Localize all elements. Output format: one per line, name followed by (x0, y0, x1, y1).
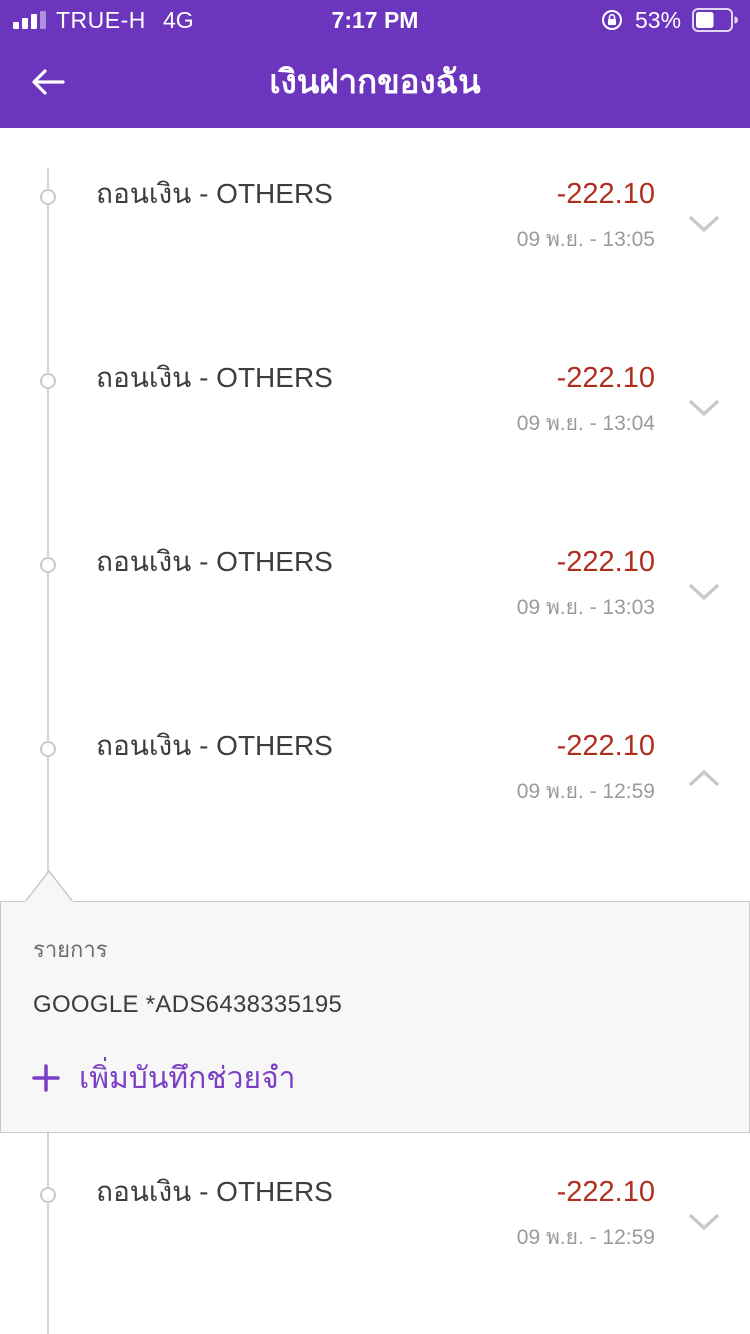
transaction-row[interactable]: ถอนเงิน - OTHERS -222.10 09 พ.ย. - 12:59 (0, 1170, 750, 1280)
chevron-down-icon[interactable] (688, 1213, 720, 1231)
transaction-date: 09 พ.ย. - 13:03 (516, 596, 655, 619)
transaction-date: 09 พ.ย. - 12:59 (516, 780, 655, 803)
add-note-button[interactable]: เพิ่มบันทึกช่วยจำ (31, 1054, 296, 1102)
app-header: TRUE-H 4G 7:17 PM 53% เงินฝากของฉัน (0, 0, 750, 128)
details-label: รายการ (33, 937, 108, 962)
transaction-amount: -222.10 (556, 362, 655, 394)
timeline-dot (40, 557, 56, 573)
transaction-details-panel: รายการ GOOGLE *ADS6438335195 เพิ่มบันทึก… (0, 901, 750, 1133)
chevron-down-icon[interactable] (688, 399, 720, 417)
chevron-down-icon[interactable] (688, 215, 720, 233)
transaction-date: 09 พ.ย. - 13:04 (516, 412, 655, 435)
panel-pointer (25, 870, 73, 903)
transaction-title: ถอนเงิน - OTHERS (96, 178, 333, 209)
timeline-dot (40, 189, 56, 205)
rotation-lock-icon (602, 10, 622, 30)
status-bar: TRUE-H 4G 7:17 PM 53% (0, 0, 750, 40)
timeline-dot (40, 741, 56, 757)
transaction-row[interactable]: ถอนเงิน - OTHERS -222.10 09 พ.ย. - 12:59 (0, 724, 750, 834)
transaction-title: ถอนเงิน - OTHERS (96, 730, 333, 761)
transaction-row[interactable]: ถอนเงิน - OTHERS -222.10 09 พ.ย. - 13:04 (0, 356, 750, 466)
battery-percent: 53% (635, 7, 682, 33)
chevron-up-icon[interactable] (688, 769, 720, 787)
timeline-dot (40, 1187, 56, 1203)
transaction-amount: -222.10 (556, 730, 655, 762)
page-title: เงินฝากของฉัน (269, 63, 481, 100)
transaction-amount: -222.10 (556, 546, 655, 578)
chevron-down-icon[interactable] (688, 583, 720, 601)
battery-icon (692, 8, 738, 32)
transaction-date: 09 พ.ย. - 12:59 (516, 1226, 655, 1249)
add-note-label: เพิ่มบันทึกช่วยจำ (79, 1061, 296, 1095)
transaction-title: ถอนเงิน - OTHERS (96, 1176, 333, 1207)
transaction-amount: -222.10 (556, 1176, 655, 1208)
details-value: GOOGLE *ADS6438335195 (33, 991, 343, 1018)
transaction-row[interactable]: ถอนเงิน - OTHERS -222.10 09 พ.ย. - 13:05 (0, 172, 750, 282)
transaction-row[interactable]: ถอนเงิน - OTHERS -222.10 09 พ.ย. - 13:03 (0, 540, 750, 650)
transaction-amount: -222.10 (556, 178, 655, 210)
transaction-title: ถอนเงิน - OTHERS (96, 362, 333, 393)
transaction-title: ถอนเงิน - OTHERS (96, 546, 333, 577)
transaction-date: 09 พ.ย. - 13:05 (516, 228, 655, 251)
timeline-dot (40, 373, 56, 389)
plus-icon (32, 1064, 60, 1092)
